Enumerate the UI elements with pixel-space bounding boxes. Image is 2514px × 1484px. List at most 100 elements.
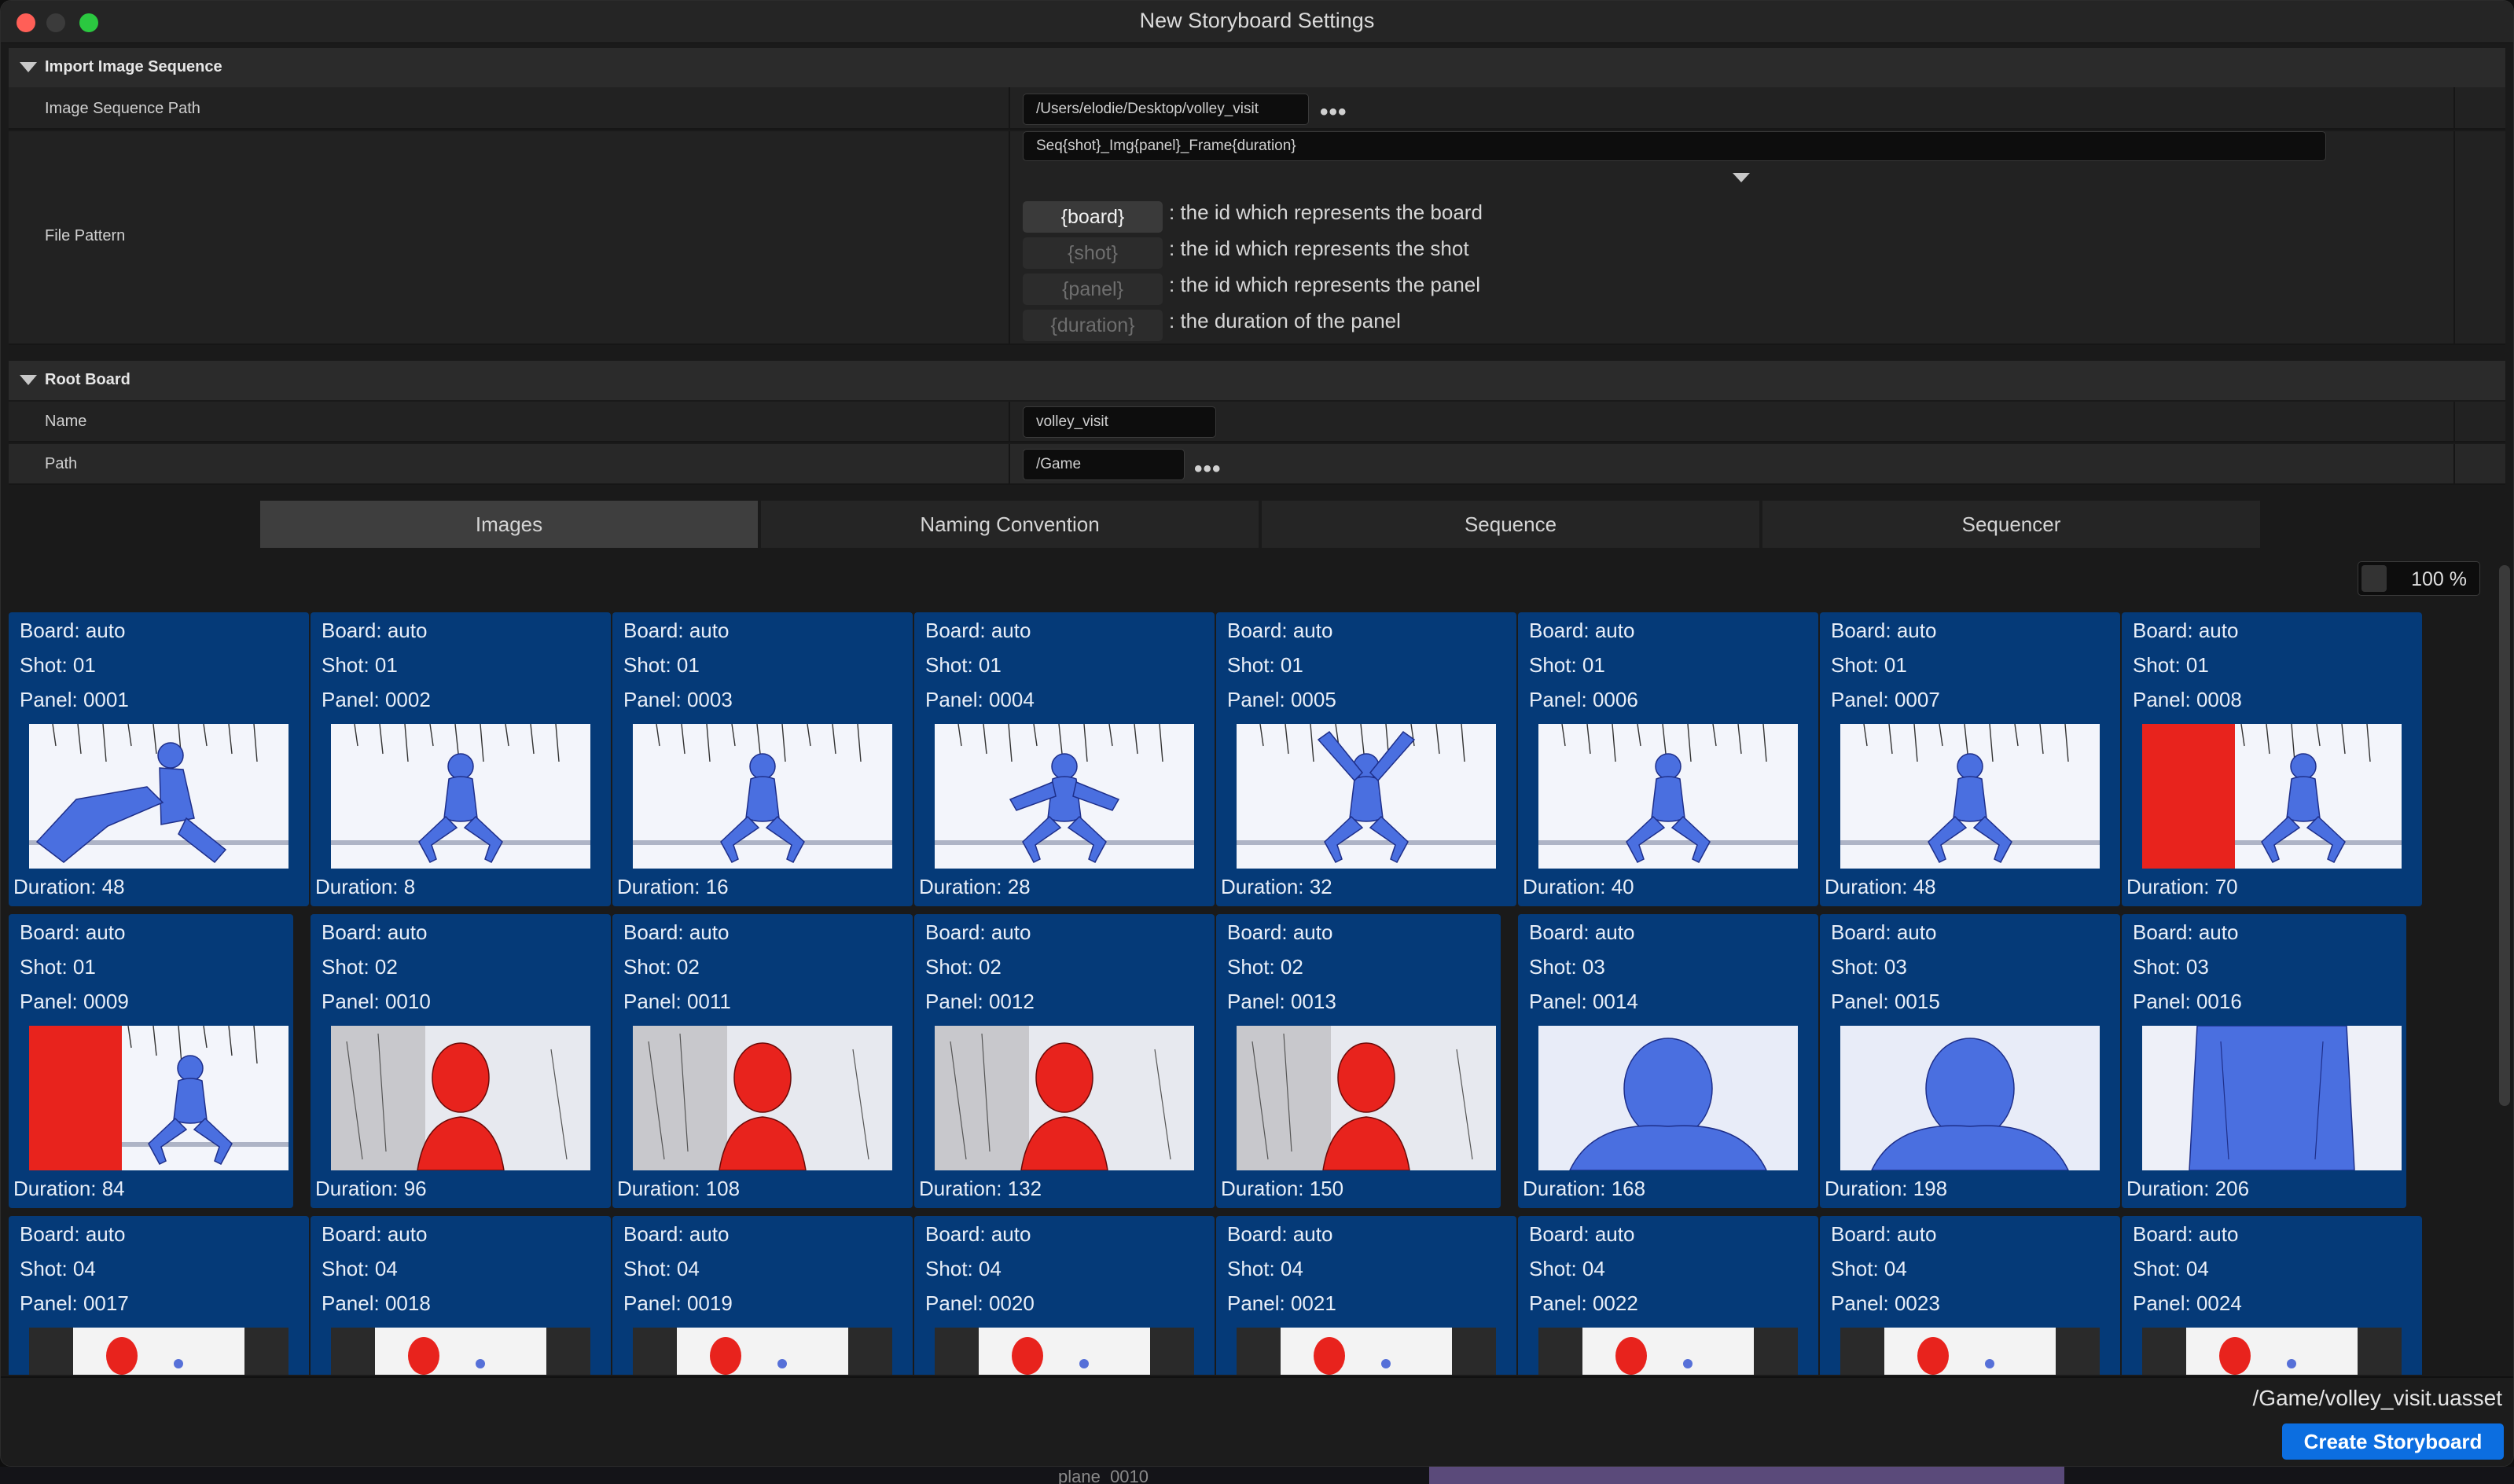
panel-number-label: Panel: 0018 <box>322 1291 431 1315</box>
panel-card[interactable]: Board: auto Shot: 01 Panel: 0006 Duratio… <box>1518 612 1818 906</box>
panel-shot-label: Shot: 04 <box>322 1257 398 1280</box>
divider <box>1009 444 1010 483</box>
panel-card[interactable]: Board: auto Shot: 04 Panel: 0017 <box>9 1216 309 1375</box>
panel-thumbnail-image <box>1237 1328 1496 1375</box>
panel-card[interactable]: Board: auto Shot: 02 Panel: 0013 Duratio… <box>1216 914 1501 1208</box>
panel-number-label: Panel: 0010 <box>322 990 431 1013</box>
panel-card[interactable]: Board: auto Shot: 04 Panel: 0021 <box>1216 1216 1516 1375</box>
zoom-value: 100 % <box>2411 568 2467 590</box>
panel-shot-label: Shot: 04 <box>20 1257 96 1280</box>
tab-sequencer[interactable]: Sequencer <box>1762 501 2260 548</box>
row-root-board-path: Path /Game ••• <box>9 444 2505 485</box>
panel-duration-label: Duration: 48 <box>13 875 125 898</box>
panel-card[interactable]: Board: auto Shot: 01 Panel: 0007 Duratio… <box>1820 612 2120 906</box>
section-root-board[interactable]: Root Board <box>9 361 2505 400</box>
panel-card[interactable]: Board: auto Shot: 01 Panel: 0001 Duratio… <box>9 612 309 906</box>
image-sequence-path-label: Image Sequence Path <box>45 100 200 117</box>
image-sequence-path-field[interactable]: /Users/elodie/Desktop/volley_visit <box>1023 94 1309 125</box>
panel-number-label: Panel: 0001 <box>20 688 129 711</box>
divider <box>1009 402 1010 441</box>
panel-number-label: Panel: 0019 <box>623 1291 733 1315</box>
panel-card[interactable]: Board: auto Shot: 01 Panel: 0005 Duratio… <box>1216 612 1516 906</box>
panel-number-label: Panel: 0017 <box>20 1291 129 1315</box>
token-shot-button[interactable]: {shot} <box>1023 237 1163 269</box>
collapse-triangle-icon[interactable] <box>20 375 37 385</box>
pattern-dropdown-chevron-icon[interactable] <box>1733 173 1750 182</box>
panel-thumbnail-image <box>633 724 892 869</box>
panel-shot-label: Shot: 04 <box>623 1257 700 1280</box>
root-board-path-field[interactable]: /Game <box>1023 449 1185 480</box>
panel-number-label: Panel: 0016 <box>2133 990 2242 1013</box>
panel-thumbnail-image <box>2142 1026 2402 1170</box>
panel-thumbnail-image <box>935 1328 1194 1375</box>
panel-card[interactable]: Board: auto Shot: 01 Panel: 0003 Duratio… <box>612 612 913 906</box>
panel-card[interactable]: Board: auto Shot: 04 Panel: 0020 <box>914 1216 1215 1375</box>
token-board-button[interactable]: {board} <box>1023 201 1163 233</box>
panel-shot-label: Shot: 04 <box>2133 1257 2209 1280</box>
panel-card[interactable]: Board: auto Shot: 02 Panel: 0012 Duratio… <box>914 914 1215 1208</box>
panel-card[interactable]: Board: auto Shot: 01 Panel: 0004 Duratio… <box>914 612 1215 906</box>
panel-shot-label: Shot: 04 <box>925 1257 1002 1280</box>
zoom-slider[interactable]: 100 % <box>2358 561 2480 596</box>
panel-thumbnail-image <box>331 724 590 869</box>
panel-card[interactable]: Board: auto Shot: 04 Panel: 0018 <box>311 1216 611 1375</box>
panel-duration-label: Duration: 198 <box>1825 1177 1948 1200</box>
root-board-path-label: Path <box>45 455 78 472</box>
panel-card[interactable]: Board: auto Shot: 04 Panel: 0024 <box>2122 1216 2422 1375</box>
panel-number-label: Panel: 0003 <box>623 688 733 711</box>
panel-card[interactable]: Board: auto Shot: 03 Panel: 0014 Duratio… <box>1518 914 1818 1208</box>
panel-card[interactable]: Board: auto Shot: 04 Panel: 0022 <box>1518 1216 1818 1375</box>
panel-card[interactable]: Board: auto Shot: 02 Panel: 0011 Duratio… <box>612 914 913 1208</box>
panel-card[interactable]: Board: auto Shot: 02 Panel: 0010 Duratio… <box>311 914 611 1208</box>
section-title: Root Board <box>45 371 130 388</box>
panel-thumbnail-image <box>633 1328 892 1375</box>
panel-board-label: Board: auto <box>1227 1222 1333 1246</box>
browse-root-path-button[interactable]: ••• <box>1194 457 1222 481</box>
root-board-name-field[interactable]: volley_visit <box>1023 406 1216 438</box>
tab-sequence[interactable]: Sequence <box>1262 501 1759 548</box>
storyboard-settings-window: New Storyboard Settings Import Image Seq… <box>0 0 2514 1467</box>
create-storyboard-button[interactable]: Create Storyboard <box>2282 1423 2504 1460</box>
section-import-image-sequence[interactable]: Import Image Sequence <box>9 48 2505 87</box>
panel-board-label: Board: auto <box>1831 1222 1937 1246</box>
panel-shot-label: Shot: 02 <box>623 955 700 979</box>
token-duration-button[interactable]: {duration} <box>1023 310 1163 341</box>
panel-card[interactable]: Board: auto Shot: 01 Panel: 0008 Duratio… <box>2122 612 2422 906</box>
panel-card[interactable]: Board: auto Shot: 01 Panel: 0002 Duratio… <box>311 612 611 906</box>
panel-board-label: Board: auto <box>1227 920 1333 944</box>
panel-board-label: Board: auto <box>322 920 428 944</box>
panel-shot-label: Shot: 04 <box>1227 1257 1303 1280</box>
panel-number-label: Panel: 0012 <box>925 990 1035 1013</box>
panel-duration-label: Duration: 132 <box>919 1177 1042 1200</box>
token-panel-desc: : the id which represents the panel <box>1169 273 1481 296</box>
browse-path-button[interactable]: ••• <box>1320 101 1347 124</box>
panel-duration-label: Duration: 32 <box>1221 875 1332 898</box>
panel-card[interactable]: Board: auto Shot: 04 Panel: 0019 <box>612 1216 913 1375</box>
panel-board-label: Board: auto <box>322 619 428 642</box>
divider <box>1009 131 1010 343</box>
panel-shot-label: Shot: 01 <box>322 653 398 677</box>
panel-number-label: Panel: 0006 <box>1529 688 1638 711</box>
file-pattern-input[interactable]: Seq{shot}_Img{panel}_Frame{duration} <box>1023 131 2326 161</box>
panel-number-label: Panel: 0013 <box>1227 990 1336 1013</box>
panel-board-label: Board: auto <box>1831 920 1937 944</box>
collapse-triangle-icon[interactable] <box>20 62 37 72</box>
panel-shot-label: Shot: 03 <box>1529 955 1605 979</box>
panel-thumbnail-image <box>1840 1026 2100 1170</box>
tab-naming-convention[interactable]: Naming Convention <box>761 501 1259 548</box>
panel-shot-label: Shot: 02 <box>1227 955 1303 979</box>
panel-board-label: Board: auto <box>623 619 730 642</box>
panel-shot-label: Shot: 02 <box>322 955 398 979</box>
zoom-slider-handle[interactable] <box>2361 565 2387 592</box>
panel-card[interactable]: Board: auto Shot: 04 Panel: 0023 <box>1820 1216 2120 1375</box>
panel-number-label: Panel: 0022 <box>1529 1291 1638 1315</box>
panel-number-label: Panel: 0009 <box>20 990 129 1013</box>
panel-number-label: Panel: 0023 <box>1831 1291 1940 1315</box>
grid-scrollbar[interactable] <box>2499 565 2510 1106</box>
panel-card[interactable]: Board: auto Shot: 03 Panel: 0015 Duratio… <box>1820 914 2120 1208</box>
panel-card[interactable]: Board: auto Shot: 03 Panel: 0016 Duratio… <box>2122 914 2406 1208</box>
panel-card[interactable]: Board: auto Shot: 01 Panel: 0009 Duratio… <box>9 914 293 1208</box>
tab-images[interactable]: Images <box>260 501 758 548</box>
token-panel-button[interactable]: {panel} <box>1023 274 1163 305</box>
panel-thumbnail-image <box>29 1328 289 1375</box>
